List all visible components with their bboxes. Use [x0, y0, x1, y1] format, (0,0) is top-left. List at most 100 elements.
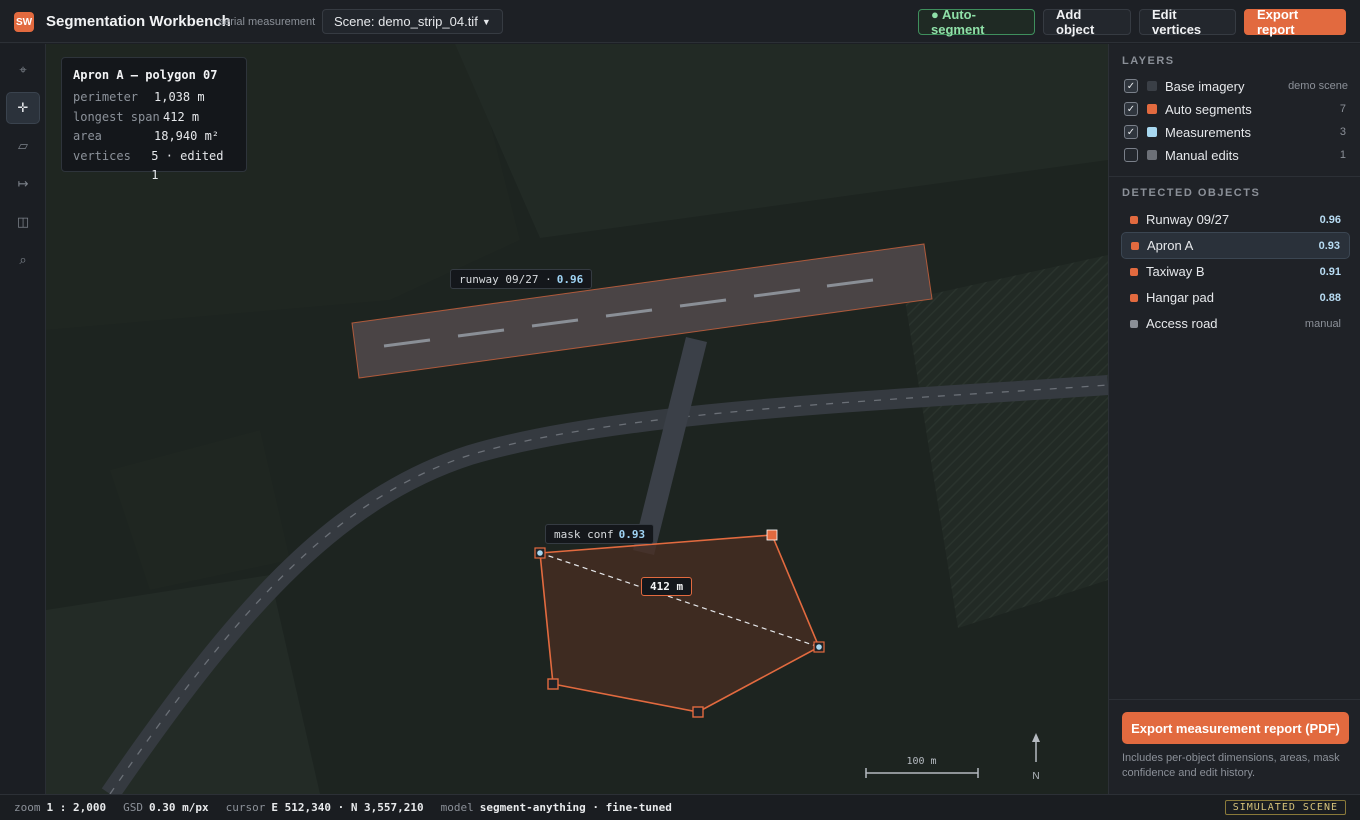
mask-confidence: 0.93	[618, 527, 646, 541]
span-endpoint	[537, 550, 543, 556]
object-row-apron[interactable]: Apron A 0.93	[1121, 232, 1350, 259]
layer-swatch	[1147, 104, 1157, 114]
layer-checkbox[interactable]	[1124, 148, 1138, 162]
info-value: 5 · edited 1	[151, 148, 224, 183]
cursor-label: cursor	[225, 801, 266, 814]
layer-row-auto-segments[interactable]: ✓ Auto segments 7	[1124, 99, 1348, 119]
top-bar: SW Segmentation Workbench aerial measure…	[0, 0, 1360, 43]
object-name: Taxiway B	[1146, 264, 1205, 279]
polygon-tool[interactable]: ▱	[6, 130, 40, 162]
zoom-label: zoom	[14, 801, 41, 814]
apron-a-polygon[interactable]	[539, 534, 821, 713]
layer-row-measurements[interactable]: ✓ Measurements 3	[1124, 122, 1348, 142]
chevron-down-icon: ▼	[481, 16, 491, 27]
object-name: Access road	[1146, 316, 1218, 331]
edit-vertices-button[interactable]: Edit vertices	[1139, 7, 1236, 37]
hatched-field	[905, 255, 1108, 628]
object-color-dot	[1131, 241, 1139, 250]
layers-title: LAYERS	[1122, 55, 1175, 67]
runway-label: runway 09/27 · 0.96	[450, 269, 593, 289]
tool-rail: ⌖ ✛ ▱ ↦ ◫ ⌕	[0, 44, 46, 794]
compare-tool[interactable]: ◫	[6, 206, 40, 238]
info-row: area 18,940 m²	[73, 127, 235, 147]
app-subtitle: aerial measurement	[218, 16, 316, 28]
vertex-handle-edited[interactable]	[766, 529, 778, 541]
export-report-button[interactable]: Export report	[1244, 7, 1346, 37]
object-confidence: 0.96	[1319, 213, 1341, 226]
scene-select[interactable]: Scene: demo_strip_04.tif ▼	[322, 9, 503, 34]
layer-name: Base imagery	[1165, 78, 1245, 94]
object-confidence: 0.88	[1319, 291, 1341, 304]
info-card-title: Apron A — polygon 07	[73, 68, 218, 82]
layer-checkbox[interactable]: ✓	[1124, 125, 1138, 139]
taxiway-b	[633, 337, 707, 555]
divider	[1109, 176, 1360, 177]
zoom-tool[interactable]: ⌕	[6, 244, 40, 276]
object-row-access-road[interactable]: Access road manual	[1121, 310, 1350, 337]
layer-swatch	[1147, 150, 1157, 160]
object-row-hangar[interactable]: Hangar pad 0.88	[1121, 284, 1350, 311]
object-name: Apron A	[1147, 238, 1194, 253]
layer-name: Manual edits	[1165, 147, 1239, 163]
vertex-handle[interactable]	[692, 706, 704, 718]
status-bar: zoom 1 : 2,000 GSD 0.30 m/px cursor E 51…	[0, 794, 1360, 820]
measure-tool[interactable]: ↦	[6, 168, 40, 200]
move-tool[interactable]: ✛	[6, 92, 40, 124]
app-title: Segmentation Workbench	[46, 13, 231, 30]
crosshair-tool[interactable]: ⌖	[6, 54, 40, 86]
objects-title: DETECTED OBJECTS	[1122, 187, 1261, 199]
mask-confidence-label: mask conf 0.93	[545, 524, 655, 544]
object-row-taxiway[interactable]: Taxiway B 0.91	[1121, 258, 1350, 285]
span-endpoint	[816, 644, 822, 650]
measure-icon: ↦	[17, 176, 29, 191]
object-name: Hangar pad	[1146, 290, 1214, 305]
object-row-runway[interactable]: Runway 09/27 0.96	[1121, 206, 1350, 233]
object-color-dot	[1130, 319, 1138, 328]
span-length-label: 412 m	[641, 577, 693, 596]
info-key: longest span	[73, 109, 160, 124]
auto-segment-button[interactable]: ● Auto-segment	[918, 7, 1035, 37]
export-pdf-button[interactable]: Export measurement report (PDF)	[1122, 712, 1349, 744]
layer-swatch	[1147, 127, 1157, 137]
simulated-scene-badge: SIMULATED SCENE	[1224, 800, 1346, 815]
info-row: perimeter 1,038 m	[73, 88, 235, 108]
north-indicator: N	[1026, 732, 1046, 782]
scene-select-label: Scene: demo_strip_04.tif	[334, 14, 478, 29]
export-note: Includes per-object dimensions, areas, m…	[1122, 752, 1340, 779]
add-object-button[interactable]: Add object	[1043, 7, 1131, 37]
crosshair-icon: ⌖	[19, 62, 27, 77]
app-logo: SW	[14, 12, 34, 32]
layer-row-base-imagery[interactable]: ✓ Base imagery demo scene	[1124, 76, 1348, 96]
object-confidence: 0.91	[1319, 265, 1341, 278]
compare-icon: ◫	[16, 214, 30, 229]
layer-count: demo scene	[1288, 80, 1348, 92]
runway-label-text: runway 09/27 ·	[459, 272, 552, 286]
info-key: area	[73, 129, 102, 143]
model-label: model	[440, 801, 474, 814]
runway-confidence: 0.96	[556, 272, 584, 286]
layer-row-manual-edits[interactable]: Manual edits 1	[1124, 145, 1348, 165]
terrain-patch	[110, 430, 290, 590]
layer-checkbox[interactable]: ✓	[1124, 102, 1138, 116]
polygon-icon: ▱	[18, 138, 28, 153]
scale-bar: 100 m	[864, 756, 979, 780]
object-info-card: Apron A — polygon 07 perimeter 1,038 m lo…	[61, 57, 247, 182]
info-value: 412 m	[163, 109, 200, 124]
north-label: N	[1032, 771, 1040, 782]
gsd-value: 0.30 m/px	[148, 801, 209, 814]
info-value: 1,038 m	[154, 90, 205, 104]
info-row: vertices 5 · edited 1	[73, 147, 235, 186]
layer-name: Auto segments	[1165, 101, 1252, 117]
info-key: perimeter	[73, 90, 139, 104]
object-color-dot	[1130, 267, 1138, 276]
info-value: 18,940 m²	[154, 129, 220, 143]
layer-count: 1	[1339, 149, 1346, 161]
layer-checkbox[interactable]: ✓	[1124, 79, 1138, 93]
scale-label: 100 m	[906, 756, 937, 767]
vertex-handle[interactable]	[547, 678, 559, 690]
gsd-label: GSD	[123, 801, 143, 814]
zoom-icon: ⌕	[19, 252, 27, 267]
move-icon: ✛	[17, 100, 29, 115]
model-value: segment-anything · fine-tuned	[479, 801, 672, 814]
object-confidence: manual	[1304, 317, 1341, 330]
